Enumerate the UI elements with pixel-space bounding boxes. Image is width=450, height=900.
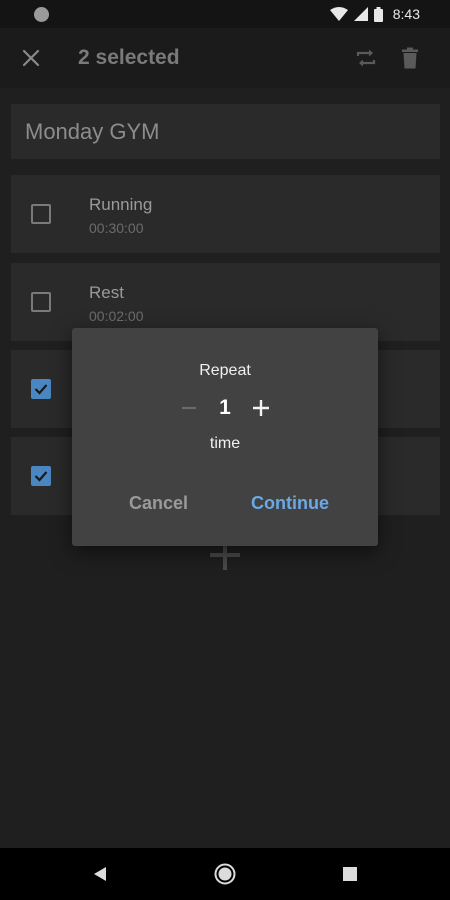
- signal-icon: [353, 7, 368, 21]
- repeat-dialog: Repeat 1 time Cancel Continue: [72, 328, 378, 546]
- delete-button[interactable]: [388, 28, 432, 88]
- notification-dot-icon: [34, 6, 49, 22]
- home-button[interactable]: [213, 862, 237, 886]
- checkbox-checked[interactable]: [31, 379, 51, 399]
- battery-icon: [373, 6, 383, 22]
- repeat-stepper: 1: [72, 394, 378, 422]
- item-label: Rest: [89, 283, 124, 302]
- repeat-icon: [356, 49, 376, 67]
- checkbox[interactable]: [31, 292, 51, 312]
- close-button[interactable]: [0, 28, 62, 88]
- recents-button[interactable]: [338, 862, 362, 886]
- item-duration: 00:02:00: [89, 308, 144, 324]
- system-nav-bar: [0, 848, 450, 900]
- back-button[interactable]: [88, 862, 112, 886]
- minus-icon: [182, 406, 196, 410]
- home-icon: [214, 863, 236, 885]
- close-icon: [22, 49, 40, 67]
- checkbox-checked[interactable]: [31, 466, 51, 486]
- trash-icon: [402, 47, 418, 69]
- item-label: Running: [89, 195, 153, 214]
- wifi-icon: [329, 7, 348, 21]
- decrement-button[interactable]: [174, 394, 204, 422]
- dialog-title: Repeat: [199, 362, 251, 379]
- recents-icon: [343, 867, 357, 881]
- checkbox[interactable]: [31, 204, 51, 224]
- check-icon: [34, 471, 48, 482]
- continue-button[interactable]: Continue: [251, 493, 329, 514]
- workout-name: Monday GYM: [25, 118, 160, 144]
- check-icon: [34, 384, 48, 395]
- status-icons: 8:43: [329, 6, 420, 22]
- repeat-unit: time: [209, 435, 241, 452]
- workout-name-field[interactable]: Monday GYM: [11, 104, 440, 159]
- status-bar: 8:43: [0, 0, 450, 28]
- cancel-button[interactable]: Cancel: [129, 493, 188, 514]
- repeat-count: 1: [219, 396, 231, 419]
- list-item[interactable]: Running 00:30:00: [11, 175, 440, 253]
- selection-title: 2 selected: [78, 46, 180, 69]
- item-duration: 00:30:00: [89, 220, 144, 236]
- back-icon: [94, 867, 106, 881]
- increment-button[interactable]: [246, 394, 276, 422]
- repeat-button[interactable]: [344, 28, 388, 88]
- plus-icon: [253, 400, 269, 416]
- selection-toolbar: 2 selected: [0, 28, 450, 88]
- status-time: 8:43: [392, 6, 420, 22]
